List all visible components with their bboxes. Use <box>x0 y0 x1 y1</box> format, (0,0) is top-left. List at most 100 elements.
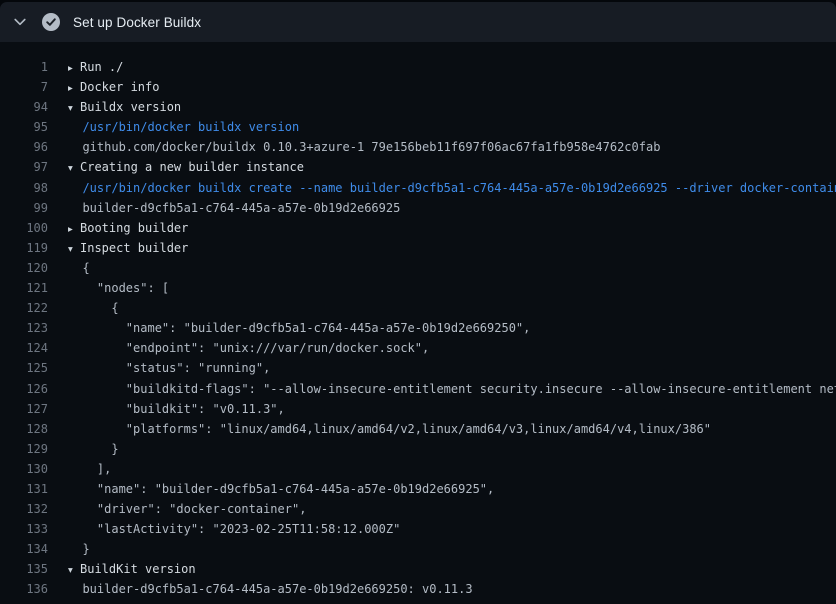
line-number[interactable]: 121 <box>0 278 48 298</box>
log-line: 121 "nodes": [ <box>0 278 836 298</box>
log-line: 126 "buildkitd-flags": "--allow-insecure… <box>0 379 836 399</box>
log-line: 124 "endpoint": "unix:///var/run/docker.… <box>0 338 836 358</box>
line-number[interactable]: 128 <box>0 419 48 439</box>
line-number[interactable]: 119 <box>0 238 48 258</box>
triangle-collapsed-icon: ▸ <box>68 220 80 240</box>
step-title: Set up Docker Buildx <box>73 15 201 30</box>
log-line: 130 ], <box>0 459 836 479</box>
output-text: "lastActivity": "2023-02-25T11:58:12.000… <box>68 519 400 539</box>
triangle-collapsed-icon: ▸ <box>68 59 80 79</box>
line-number[interactable]: 7 <box>0 77 48 97</box>
group-title: Creating a new builder instance <box>80 160 304 174</box>
triangle-expanded-icon: ▾ <box>68 240 80 260</box>
line-number[interactable]: 98 <box>0 178 48 198</box>
log-line: 119 ▾Inspect builder <box>0 238 836 258</box>
line-number[interactable]: 131 <box>0 479 48 499</box>
output-text: ], <box>68 459 111 479</box>
output-text: github.com/docker/buildx 0.10.3+azure-1 … <box>68 137 660 157</box>
log-line: 122 { <box>0 298 836 318</box>
log-line: 123 "name": "builder-d9cfb5a1-c764-445a-… <box>0 318 836 338</box>
line-number[interactable]: 124 <box>0 338 48 358</box>
line-number[interactable]: 96 <box>0 137 48 157</box>
line-number[interactable]: 132 <box>0 499 48 519</box>
line-number[interactable]: 133 <box>0 519 48 539</box>
log-group-toggle[interactable]: ▸Run ./ <box>68 57 123 77</box>
line-number[interactable]: 99 <box>0 198 48 218</box>
log-group-toggle[interactable]: ▾BuildKit version <box>68 559 196 579</box>
group-title: Buildx version <box>80 100 181 114</box>
log-group-toggle[interactable]: ▾Creating a new builder instance <box>68 157 304 177</box>
log-line: 134 } <box>0 539 836 559</box>
log-line: 127 "buildkit": "v0.11.3", <box>0 399 836 419</box>
line-number[interactable]: 125 <box>0 358 48 378</box>
check-circle-icon <box>42 13 60 31</box>
output-text: "buildkit": "v0.11.3", <box>68 399 285 419</box>
log-group-toggle[interactable]: ▾Inspect builder <box>68 238 188 258</box>
log-line: 136 builder-d9cfb5a1-c764-445a-a57e-0b19… <box>0 579 836 599</box>
output-text: "name": "builder-d9cfb5a1-c764-445a-a57e… <box>68 479 494 499</box>
output-text: "endpoint": "unix:///var/run/docker.sock… <box>68 338 429 358</box>
line-number[interactable]: 100 <box>0 218 48 238</box>
log-group-toggle[interactable]: ▸Docker info <box>68 77 159 97</box>
log-line: 99 builder-d9cfb5a1-c764-445a-a57e-0b19d… <box>0 198 836 218</box>
output-text: } <box>68 439 119 459</box>
log-line: 100 ▸Booting builder <box>0 218 836 238</box>
log-line: 98 /usr/bin/docker buildx create --name … <box>0 178 836 198</box>
log-line: 95 /usr/bin/docker buildx version <box>0 117 836 137</box>
log-line: 97 ▾Creating a new builder instance <box>0 157 836 177</box>
line-number[interactable]: 94 <box>0 97 48 117</box>
line-number[interactable]: 129 <box>0 439 48 459</box>
line-number[interactable]: 120 <box>0 258 48 278</box>
line-number[interactable]: 136 <box>0 579 48 599</box>
output-text: "buildkitd-flags": "--allow-insecure-ent… <box>68 379 836 399</box>
triangle-expanded-icon: ▾ <box>68 561 80 581</box>
chevron-down-icon <box>12 14 28 30</box>
line-number[interactable]: 126 <box>0 379 48 399</box>
log-line: 94 ▾Buildx version <box>0 97 836 117</box>
output-text: "driver": "docker-container", <box>68 499 306 519</box>
line-number[interactable]: 135 <box>0 559 48 579</box>
output-text: builder-d9cfb5a1-c764-445a-a57e-0b19d2e6… <box>68 198 400 218</box>
log-line: 129 } <box>0 439 836 459</box>
log-lines: 1▸Run ./7▸Docker info94▾Buildx version95… <box>0 42 836 604</box>
log-line: 125 "status": "running", <box>0 358 836 378</box>
log-line: 135 ▾BuildKit version <box>0 559 836 579</box>
command-text: /usr/bin/docker buildx version <box>68 117 299 137</box>
output-text: { <box>68 298 119 318</box>
triangle-expanded-icon: ▾ <box>68 99 80 119</box>
line-number[interactable]: 130 <box>0 459 48 479</box>
line-number[interactable]: 123 <box>0 318 48 338</box>
line-number[interactable]: 95 <box>0 117 48 137</box>
output-text: builder-d9cfb5a1-c764-445a-a57e-0b19d2e6… <box>68 579 473 599</box>
log-group-toggle[interactable]: ▸Booting builder <box>68 218 188 238</box>
line-number[interactable]: 122 <box>0 298 48 318</box>
command-text: /usr/bin/docker buildx create --name bui… <box>68 178 836 198</box>
log-line: 1 ▸Run ./ <box>0 57 836 77</box>
step-header[interactable]: Set up Docker Buildx <box>0 2 836 42</box>
line-number[interactable]: 1 <box>0 57 48 77</box>
log-line: 128 "platforms": "linux/amd64,linux/amd6… <box>0 419 836 439</box>
output-text: "platforms": "linux/amd64,linux/amd64/v2… <box>68 419 711 439</box>
log-line: 96 github.com/docker/buildx 0.10.3+azure… <box>0 137 836 157</box>
log-line: 133 "lastActivity": "2023-02-25T11:58:12… <box>0 519 836 539</box>
group-title: Inspect builder <box>80 241 188 255</box>
log-line: 131 "name": "builder-d9cfb5a1-c764-445a-… <box>0 479 836 499</box>
output-text: "nodes": [ <box>68 278 169 298</box>
log-group-toggle[interactable]: ▾Buildx version <box>68 97 181 117</box>
log-line: 132 "driver": "docker-container", <box>0 499 836 519</box>
log-line: 7 ▸Docker info <box>0 77 836 97</box>
line-number[interactable]: 97 <box>0 157 48 177</box>
group-title: BuildKit version <box>80 562 196 576</box>
output-text: } <box>68 539 90 559</box>
output-text: "status": "running", <box>68 358 270 378</box>
output-text: "name": "builder-d9cfb5a1-c764-445a-a57e… <box>68 318 530 338</box>
triangle-expanded-icon: ▾ <box>68 159 80 179</box>
group-title: Run ./ <box>80 60 123 74</box>
group-title: Booting builder <box>80 221 188 235</box>
log-line: 120 { <box>0 258 836 278</box>
output-text: { <box>68 258 90 278</box>
line-number[interactable]: 134 <box>0 539 48 559</box>
group-title: Docker info <box>80 80 159 94</box>
line-number[interactable]: 127 <box>0 399 48 419</box>
triangle-collapsed-icon: ▸ <box>68 79 80 99</box>
